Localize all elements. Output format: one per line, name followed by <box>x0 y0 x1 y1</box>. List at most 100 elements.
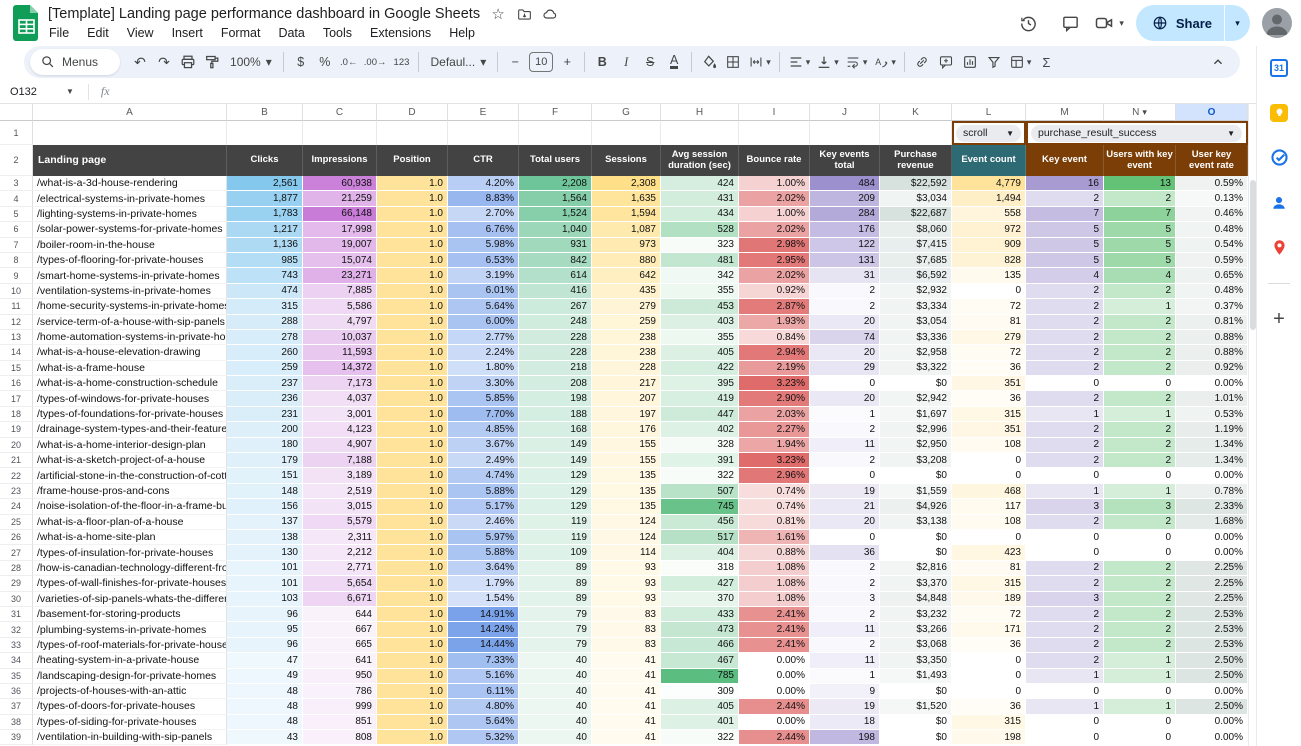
cell-L20[interactable]: 108 <box>952 437 1026 454</box>
cloud-status-icon[interactable] <box>542 6 558 22</box>
cell-H9[interactable]: 342 <box>661 268 739 284</box>
cell-K20[interactable]: $2,950 <box>880 437 952 454</box>
row-header-15[interactable]: 15 <box>0 360 33 377</box>
cell-F33[interactable]: 79 <box>519 637 592 654</box>
cell-I29[interactable]: 1.08% <box>739 576 810 592</box>
cell-H32[interactable]: 473 <box>661 622 739 638</box>
cell-D37[interactable]: 1.0 <box>377 699 448 715</box>
cell-D4[interactable]: 1.0 <box>377 191 448 207</box>
cell-I20[interactable]: 1.94% <box>739 437 810 454</box>
cell-G5[interactable]: 1,594 <box>592 206 661 223</box>
cell-B4[interactable]: 1,877 <box>227 191 303 207</box>
cell-G27[interactable]: 114 <box>592 545 661 561</box>
cell-A22[interactable]: /artificial-stone-in-the-construction-of… <box>33 468 227 484</box>
cell-M8[interactable]: 5 <box>1026 252 1104 269</box>
cell-I23[interactable]: 0.74% <box>739 483 810 500</box>
cell-I32[interactable]: 2.41% <box>739 622 810 638</box>
cell-B15[interactable]: 259 <box>227 360 303 377</box>
row-header-19[interactable]: 19 <box>0 422 33 438</box>
cell-B6[interactable]: 1,217 <box>227 222 303 238</box>
cell-F13[interactable]: 228 <box>519 329 592 346</box>
cell-E6[interactable]: 6.76% <box>448 222 519 238</box>
cell-K6[interactable]: $8,060 <box>880 222 952 238</box>
cell-O29[interactable]: 2.25% <box>1176 576 1248 592</box>
cell-K12[interactable]: $3,054 <box>880 314 952 330</box>
cell-D7[interactable]: 1.0 <box>377 237 448 253</box>
row-header-23[interactable]: 23 <box>0 483 33 500</box>
cell-M28[interactable]: 2 <box>1026 560 1104 577</box>
cell-A34[interactable]: /heating-system-in-a-private-house <box>33 653 227 669</box>
cell-H18[interactable]: 447 <box>661 406 739 423</box>
row-header-13[interactable]: 13 <box>0 329 33 346</box>
cell-N9[interactable]: 4 <box>1104 268 1176 284</box>
cell-C7[interactable]: 19,007 <box>303 237 377 253</box>
cell-H36[interactable]: 309 <box>661 683 739 700</box>
cell-O35[interactable]: 2.50% <box>1176 668 1248 684</box>
move-folder-icon[interactable] <box>516 6 532 22</box>
cell-M31[interactable]: 2 <box>1026 606 1104 623</box>
cell-J18[interactable]: 1 <box>810 406 880 423</box>
cell-G15[interactable]: 228 <box>592 360 661 377</box>
cell-N22[interactable]: 0 <box>1104 468 1176 484</box>
cell-N5[interactable]: 7 <box>1104 206 1176 223</box>
column-header-M[interactable]: M <box>1026 104 1104 121</box>
cell-J36[interactable]: 9 <box>810 683 880 700</box>
cell-E22[interactable]: 4.74% <box>448 468 519 484</box>
cell-B18[interactable]: 231 <box>227 406 303 423</box>
cell-D1[interactable] <box>377 121 448 145</box>
cell-J12[interactable]: 20 <box>810 314 880 330</box>
cell-H38[interactable]: 401 <box>661 714 739 731</box>
cell-B9[interactable]: 743 <box>227 268 303 284</box>
cell-M39[interactable]: 0 <box>1026 730 1104 746</box>
cell-L13[interactable]: 279 <box>952 329 1026 346</box>
cell-O33[interactable]: 2.53% <box>1176 637 1248 654</box>
cell-I14[interactable]: 2.94% <box>739 345 810 361</box>
cell-K24[interactable]: $4,926 <box>880 499 952 515</box>
cell-C33[interactable]: 665 <box>303 637 377 654</box>
cell-B30[interactable]: 103 <box>227 591 303 607</box>
cell-C16[interactable]: 7,173 <box>303 376 377 392</box>
menu-view[interactable]: View <box>120 24 161 42</box>
cell-B36[interactable]: 48 <box>227 683 303 700</box>
vertical-scrollbar[interactable] <box>1248 104 1256 746</box>
cell-A23[interactable]: /frame-house-pros-and-cons <box>33 483 227 500</box>
cell-C28[interactable]: 2,771 <box>303 560 377 577</box>
cell-H8[interactable]: 481 <box>661 252 739 269</box>
name-box[interactable]: O132 <box>0 86 66 98</box>
cell-G24[interactable]: 135 <box>592 499 661 515</box>
cell-E13[interactable]: 2.77% <box>448 329 519 346</box>
cell-E21[interactable]: 2.49% <box>448 453 519 469</box>
cell-M18[interactable]: 1 <box>1026 406 1104 423</box>
cell-N7[interactable]: 5 <box>1104 237 1176 253</box>
cell-M11[interactable]: 2 <box>1026 299 1104 315</box>
cell-B7[interactable]: 1,136 <box>227 237 303 253</box>
cell-K27[interactable]: $0 <box>880 545 952 561</box>
cell-K8[interactable]: $7,685 <box>880 252 952 269</box>
cell-C12[interactable]: 4,797 <box>303 314 377 330</box>
row-header-27[interactable]: 27 <box>0 545 33 561</box>
cell-A10[interactable]: /ventilation-systems-in-private-homes <box>33 283 227 300</box>
cell-K17[interactable]: $2,942 <box>880 391 952 407</box>
cell-H30[interactable]: 370 <box>661 591 739 607</box>
cell-B1[interactable] <box>227 121 303 145</box>
cell-A30[interactable]: /varieties-of-sip-panels-whats-the-diffe… <box>33 591 227 607</box>
cell-I25[interactable]: 0.81% <box>739 514 810 530</box>
header-cell-M2[interactable]: Key event <box>1026 145 1104 176</box>
cell-K22[interactable]: $0 <box>880 468 952 484</box>
cell-H33[interactable]: 466 <box>661 637 739 654</box>
cell-F36[interactable]: 40 <box>519 683 592 700</box>
cell-A27[interactable]: /types-of-insulation-for-private-houses <box>33 545 227 561</box>
cell-H13[interactable]: 355 <box>661 329 739 346</box>
cell-H16[interactable]: 395 <box>661 376 739 392</box>
cell-N14[interactable]: 2 <box>1104 345 1176 361</box>
menu-edit[interactable]: Edit <box>80 24 116 42</box>
cell-N19[interactable]: 2 <box>1104 422 1176 438</box>
cell-E33[interactable]: 14.44% <box>448 637 519 654</box>
cell-F31[interactable]: 79 <box>519 606 592 623</box>
cell-N27[interactable]: 0 <box>1104 545 1176 561</box>
cell-B25[interactable]: 137 <box>227 514 303 530</box>
cell-K30[interactable]: $4,848 <box>880 591 952 607</box>
cell-E9[interactable]: 3.19% <box>448 268 519 284</box>
borders-icon[interactable] <box>721 49 745 75</box>
cell-L36[interactable]: 0 <box>952 683 1026 700</box>
